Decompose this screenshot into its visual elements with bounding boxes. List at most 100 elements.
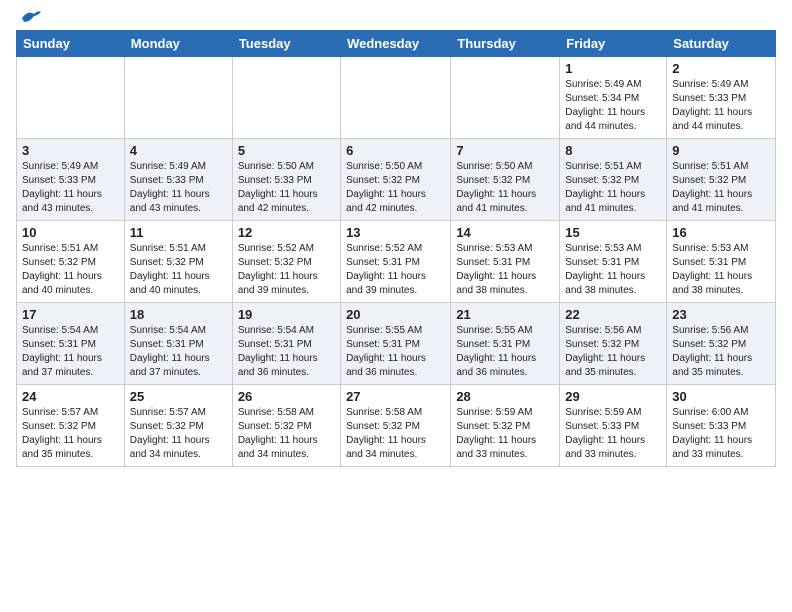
day-info: Sunrise: 5:55 AM Sunset: 5:31 PM Dayligh… — [456, 324, 554, 380]
header — [16, 10, 776, 26]
day-info: Sunrise: 5:54 AM Sunset: 5:31 PM Dayligh… — [130, 324, 227, 380]
calendar-cell: 29 Sunrise: 5:59 AM Sunset: 5:33 PM Dayli… — [560, 385, 667, 467]
day-number: 14 — [456, 225, 554, 240]
day-number: 29 — [565, 389, 661, 404]
day-info: Sunrise: 5:51 AM Sunset: 5:32 PM Dayligh… — [565, 160, 661, 216]
calendar-cell: 26 Sunrise: 5:58 AM Sunset: 5:32 PM Dayli… — [232, 385, 340, 467]
calendar-cell — [17, 57, 125, 139]
day-number: 4 — [130, 143, 227, 158]
calendar-cell: 11 Sunrise: 5:51 AM Sunset: 5:32 PM Dayli… — [124, 221, 232, 303]
calendar-header-wednesday: Wednesday — [341, 31, 451, 57]
day-number: 18 — [130, 307, 227, 322]
day-info: Sunrise: 5:53 AM Sunset: 5:31 PM Dayligh… — [565, 242, 661, 298]
calendar-cell: 17Sunrise: 5:54 AM Sunset: 5:31 PM Dayli… — [17, 303, 125, 385]
calendar-cell — [341, 57, 451, 139]
day-number: 12 — [238, 225, 335, 240]
calendar-cell: 4 Sunrise: 5:49 AM Sunset: 5:33 PM Daylig… — [124, 139, 232, 221]
calendar-cell — [232, 57, 340, 139]
day-info: Sunrise: 5:49 AM Sunset: 5:33 PM Dayligh… — [22, 160, 119, 216]
day-number: 16 — [672, 225, 770, 240]
day-info: Sunrise: 5:51 AM Sunset: 5:32 PM Dayligh… — [130, 242, 227, 298]
day-info: Sunrise: 5:54 AM Sunset: 5:31 PM Dayligh… — [238, 324, 335, 380]
day-number: 26 — [238, 389, 335, 404]
calendar-cell: 28 Sunrise: 5:59 AM Sunset: 5:32 PM Dayli… — [451, 385, 560, 467]
day-number: 10 — [22, 225, 119, 240]
calendar-cell: 24 Sunrise: 5:57 AM Sunset: 5:32 PM Dayli… — [17, 385, 125, 467]
day-info: Sunrise: 5:50 AM Sunset: 5:33 PM Dayligh… — [238, 160, 335, 216]
day-number: 28 — [456, 389, 554, 404]
calendar-cell: 8 Sunrise: 5:51 AM Sunset: 5:32 PM Daylig… — [560, 139, 667, 221]
calendar-cell: 18 Sunrise: 5:54 AM Sunset: 5:31 PM Dayli… — [124, 303, 232, 385]
day-number: 2 — [672, 61, 770, 76]
day-number: 19 — [238, 307, 335, 322]
calendar-cell: 5Sunrise: 5:50 AM Sunset: 5:33 PM Daylig… — [232, 139, 340, 221]
calendar-week-row: 3Sunrise: 5:49 AM Sunset: 5:33 PM Daylig… — [17, 139, 776, 221]
day-info: Sunrise: 5:59 AM Sunset: 5:32 PM Dayligh… — [456, 406, 554, 462]
calendar-cell: 23 Sunrise: 5:56 AM Sunset: 5:32 PM Dayli… — [667, 303, 776, 385]
calendar-week-row: 1Sunrise: 5:49 AM Sunset: 5:34 PM Daylig… — [17, 57, 776, 139]
day-info: Sunrise: 5:55 AM Sunset: 5:31 PM Dayligh… — [346, 324, 445, 380]
calendar-cell: 27Sunrise: 5:58 AM Sunset: 5:32 PM Dayli… — [341, 385, 451, 467]
day-info: Sunrise: 6:00 AM Sunset: 5:33 PM Dayligh… — [672, 406, 770, 462]
day-number: 20 — [346, 307, 445, 322]
logo-bird-icon — [20, 8, 42, 26]
day-info: Sunrise: 5:51 AM Sunset: 5:32 PM Dayligh… — [672, 160, 770, 216]
day-info: Sunrise: 5:59 AM Sunset: 5:33 PM Dayligh… — [565, 406, 661, 462]
day-info: Sunrise: 5:53 AM Sunset: 5:31 PM Dayligh… — [456, 242, 554, 298]
calendar-cell — [451, 57, 560, 139]
day-number: 1 — [565, 61, 661, 76]
day-number: 21 — [456, 307, 554, 322]
calendar-table: SundayMondayTuesdayWednesdayThursdayFrid… — [16, 30, 776, 467]
calendar-cell: 16 Sunrise: 5:53 AM Sunset: 5:31 PM Dayli… — [667, 221, 776, 303]
calendar-cell: 22 Sunrise: 5:56 AM Sunset: 5:32 PM Dayli… — [560, 303, 667, 385]
calendar-week-row: 17 Sunrise: 5:54 AM Sunset: 5:31 PM Dayli… — [17, 303, 776, 385]
day-info: Sunrise: 5:53 AM Sunset: 5:31 PM Dayligh… — [672, 242, 770, 298]
calendar-header-tuesday: Tuesday — [232, 31, 340, 57]
calendar-cell — [124, 57, 232, 139]
day-number: 27 — [346, 389, 445, 404]
calendar-cell: 13 Sunrise: 5:52 AM Sunset: 5:31 PM Dayli… — [341, 221, 451, 303]
day-number: 8 — [565, 143, 661, 158]
day-number: 23 — [672, 307, 770, 322]
calendar-cell: 2 Sunrise: 5:49 AM Sunset: 5:33 PM Daylig… — [667, 57, 776, 139]
day-info: Sunrise: 5:56 AM Sunset: 5:32 PM Dayligh… — [565, 324, 661, 380]
calendar-header-monday: Monday — [124, 31, 232, 57]
day-info: Sunrise: 5:52 AM Sunset: 5:31 PM Dayligh… — [346, 242, 445, 298]
day-number: 24 — [22, 389, 119, 404]
day-number: 11 — [130, 225, 227, 240]
day-info: Sunrise: 5:49 AM Sunset: 5:33 PM Dayligh… — [130, 160, 227, 216]
day-number: 17 — [22, 307, 119, 322]
day-info: Sunrise: 5:49 AM Sunset: 5:33 PM Dayligh… — [672, 78, 770, 134]
calendar-header-thursday: Thursday — [451, 31, 560, 57]
day-info: Sunrise: 5:57 AM Sunset: 5:32 PM Dayligh… — [130, 406, 227, 462]
calendar-cell: 15 Sunrise: 5:53 AM Sunset: 5:31 PM Dayli… — [560, 221, 667, 303]
day-info: Sunrise: 5:50 AM Sunset: 5:32 PM Dayligh… — [456, 160, 554, 216]
day-number: 13 — [346, 225, 445, 240]
calendar-week-row: 24 Sunrise: 5:57 AM Sunset: 5:32 PM Dayli… — [17, 385, 776, 467]
calendar-cell: 30 Sunrise: 6:00 AM Sunset: 5:33 PM Dayli… — [667, 385, 776, 467]
calendar-header-saturday: Saturday — [667, 31, 776, 57]
calendar-cell: 7 Sunrise: 5:50 AM Sunset: 5:32 PM Daylig… — [451, 139, 560, 221]
calendar-cell: 19 Sunrise: 5:54 AM Sunset: 5:31 PM Dayli… — [232, 303, 340, 385]
calendar-cell: 9 Sunrise: 5:51 AM Sunset: 5:32 PM Daylig… — [667, 139, 776, 221]
calendar-cell: 12 Sunrise: 5:52 AM Sunset: 5:32 PM Dayli… — [232, 221, 340, 303]
day-info: Sunrise: 5:51 AM Sunset: 5:32 PM Dayligh… — [22, 242, 119, 298]
calendar-cell: 25Sunrise: 5:57 AM Sunset: 5:32 PM Dayli… — [124, 385, 232, 467]
calendar-header-sunday: Sunday — [17, 31, 125, 57]
day-number: 9 — [672, 143, 770, 158]
calendar-cell: 1Sunrise: 5:49 AM Sunset: 5:34 PM Daylig… — [560, 57, 667, 139]
day-info: Sunrise: 5:56 AM Sunset: 5:32 PM Dayligh… — [672, 324, 770, 380]
day-number: 15 — [565, 225, 661, 240]
day-info: Sunrise: 5:52 AM Sunset: 5:32 PM Dayligh… — [238, 242, 335, 298]
day-number: 7 — [456, 143, 554, 158]
logo — [16, 16, 42, 26]
page: SundayMondayTuesdayWednesdayThursdayFrid… — [0, 0, 792, 477]
calendar-cell: 14 Sunrise: 5:53 AM Sunset: 5:31 PM Dayli… — [451, 221, 560, 303]
calendar-header-row: SundayMondayTuesdayWednesdayThursdayFrid… — [17, 31, 776, 57]
day-number: 22 — [565, 307, 661, 322]
day-info: Sunrise: 5:58 AM Sunset: 5:32 PM Dayligh… — [238, 406, 335, 462]
calendar-cell: 20 Sunrise: 5:55 AM Sunset: 5:31 PM Dayli… — [341, 303, 451, 385]
calendar-cell: 10 Sunrise: 5:51 AM Sunset: 5:32 PM Dayli… — [17, 221, 125, 303]
day-info: Sunrise: 5:57 AM Sunset: 5:32 PM Dayligh… — [22, 406, 119, 462]
day-number: 30 — [672, 389, 770, 404]
